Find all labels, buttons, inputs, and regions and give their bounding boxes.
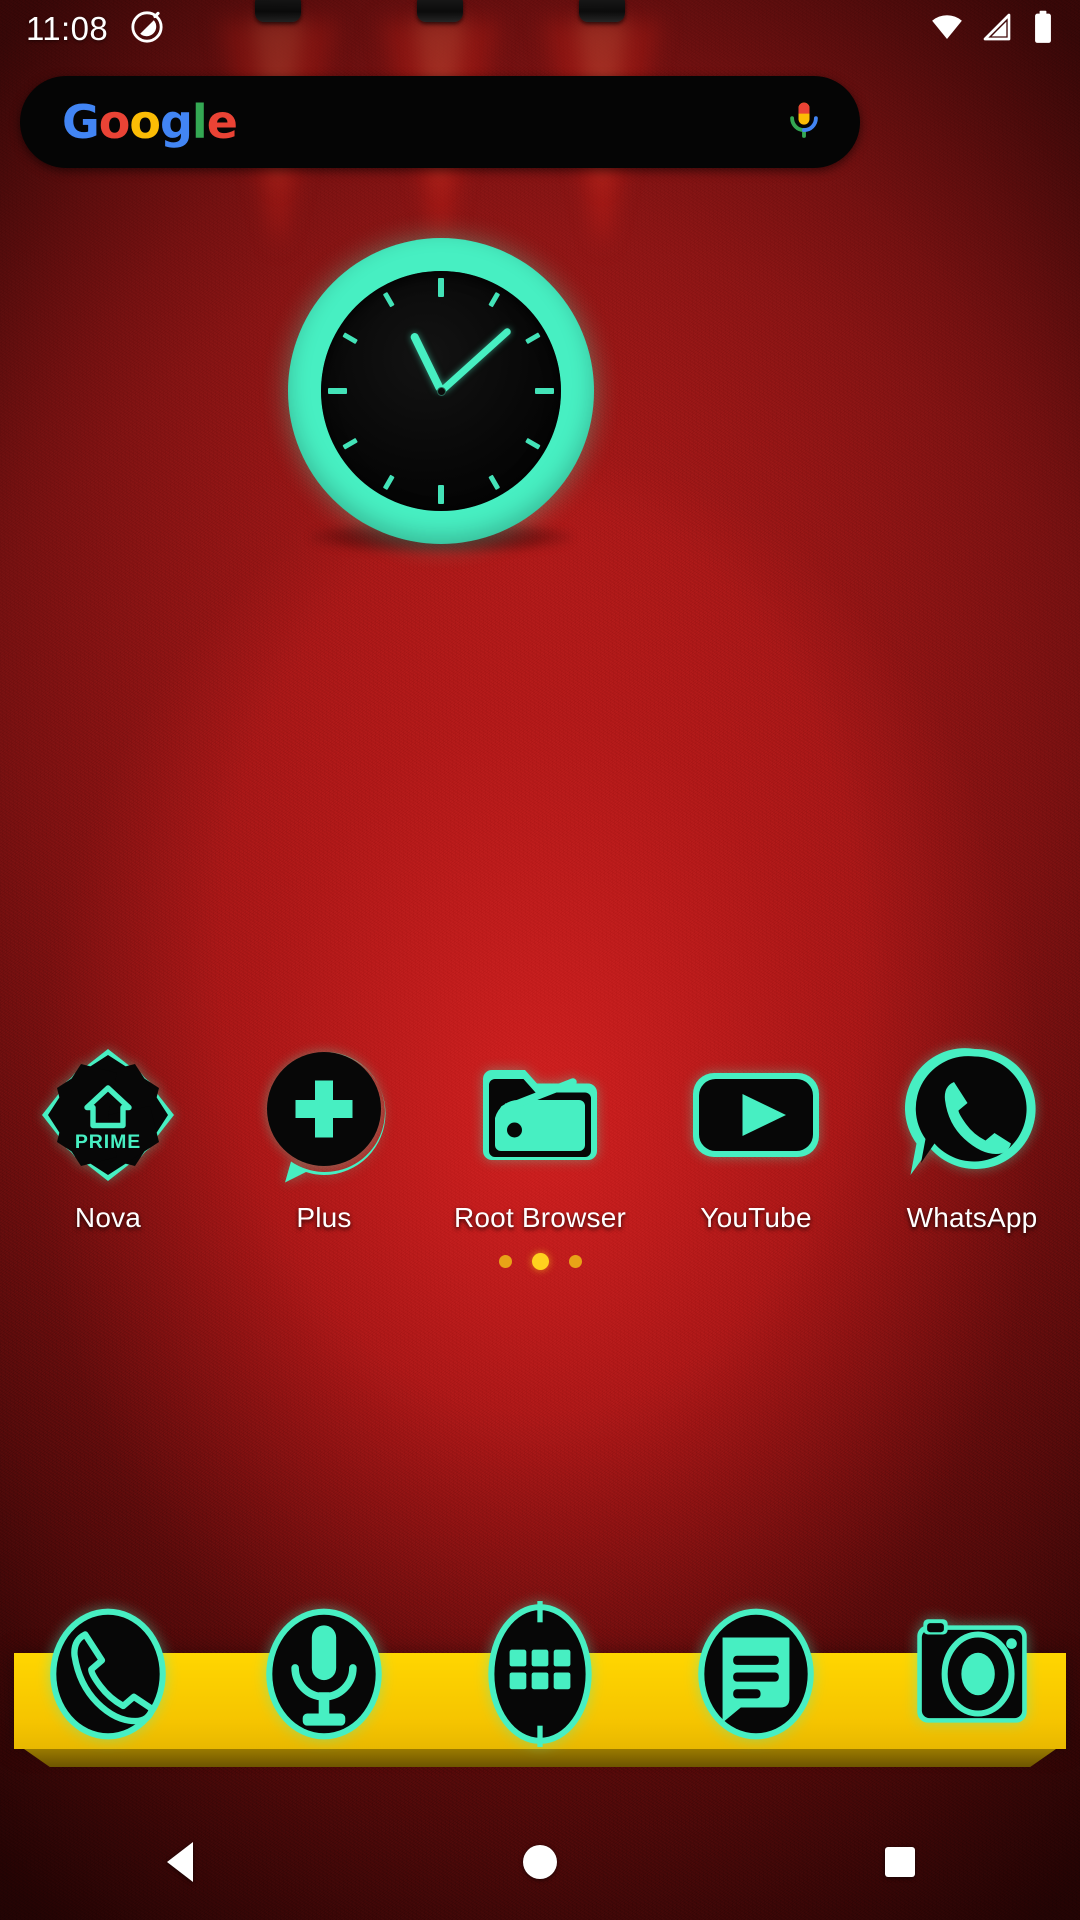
dock-item-camera[interactable] — [864, 1598, 1080, 1750]
app-label: Root Browser — [453, 1202, 626, 1233]
plus-icon[interactable] — [249, 1040, 399, 1190]
home-button[interactable] — [465, 1804, 615, 1920]
dock — [0, 1598, 1080, 1750]
app-item-plus[interactable]: Plus — [216, 1040, 432, 1234]
microphone-icon[interactable] — [248, 1598, 400, 1750]
recents-square-icon — [885, 1847, 915, 1877]
page-dot[interactable] — [568, 1255, 582, 1268]
app-row: PRIME Nova Plus Root Browser YouTube Wha… — [0, 1040, 1080, 1234]
clock-center-hub — [436, 386, 446, 396]
back-button[interactable] — [105, 1804, 255, 1920]
root-browser-icon[interactable] — [465, 1040, 615, 1190]
youtube-icon[interactable] — [681, 1040, 831, 1190]
clock-minute-hand — [438, 326, 512, 394]
messages-icon[interactable] — [680, 1598, 832, 1750]
google-search-bar[interactable]: Google — [20, 76, 860, 168]
page-indicator — [0, 1253, 1080, 1270]
app-item-nova[interactable]: PRIME Nova — [0, 1040, 216, 1234]
app-drawer-icon[interactable] — [464, 1598, 616, 1750]
nova-launcher-icon[interactable]: PRIME — [33, 1040, 183, 1190]
app-label: Plus — [296, 1202, 352, 1233]
page-dot[interactable] — [498, 1255, 512, 1268]
app-label: Nova — [74, 1202, 142, 1233]
svg-text:PRIME: PRIME — [75, 1131, 141, 1153]
app-item-root-browser[interactable]: Root Browser — [432, 1040, 648, 1234]
battery-icon — [1030, 10, 1056, 49]
microphone-icon[interactable] — [782, 98, 826, 147]
google-logo: Google — [62, 95, 238, 149]
status-bar-right — [930, 10, 1056, 49]
app-label: WhatsApp — [906, 1202, 1038, 1233]
analog-clock-widget[interactable] — [288, 238, 594, 554]
camera-icon[interactable] — [896, 1598, 1048, 1750]
dock-item-app-drawer[interactable] — [432, 1598, 648, 1750]
wifi-icon — [930, 10, 964, 49]
app-item-whatsapp[interactable]: WhatsApp — [864, 1040, 1080, 1234]
app-label: YouTube — [700, 1202, 812, 1233]
status-bar: 11:08 — [0, 0, 1080, 58]
dock-item-messages[interactable] — [648, 1598, 864, 1750]
android-home-screen: 11:08 Google PRIME Nova Plus Root Browse… — [0, 0, 1080, 1920]
dock-item-voice-search[interactable] — [216, 1598, 432, 1750]
navigation-bar — [0, 1804, 1080, 1920]
clock-face — [321, 271, 561, 511]
dock-item-phone[interactable] — [0, 1598, 216, 1750]
cellular-signal-icon — [981, 11, 1013, 48]
app-item-youtube[interactable]: YouTube — [648, 1040, 864, 1234]
status-bar-left: 11:08 — [26, 10, 164, 49]
status-bar-clock: 11:08 — [26, 10, 109, 47]
phone-icon[interactable] — [32, 1598, 184, 1750]
clock-hour-hand — [409, 331, 445, 393]
do-not-disturb-icon — [130, 10, 164, 49]
home-circle-icon — [523, 1845, 557, 1879]
recents-button[interactable] — [825, 1804, 975, 1920]
page-dot-active[interactable] — [531, 1253, 549, 1270]
whatsapp-icon[interactable] — [897, 1040, 1047, 1190]
back-triangle-icon — [167, 1842, 193, 1882]
